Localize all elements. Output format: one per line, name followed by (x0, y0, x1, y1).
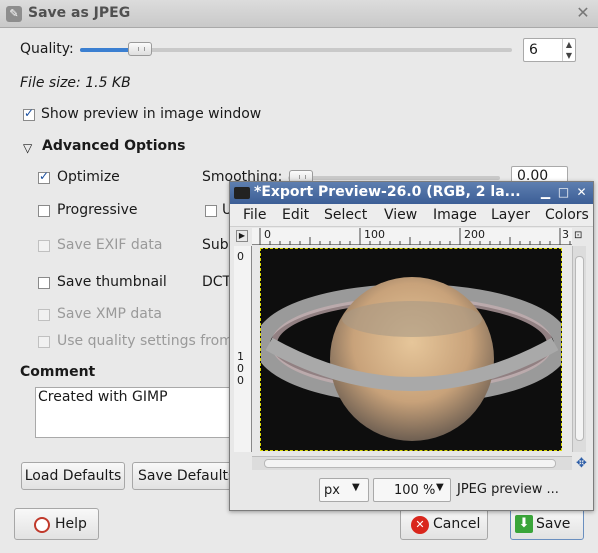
spin-arrows-icon[interactable]: ▲ ▼ (562, 39, 575, 61)
quality-spinbox[interactable]: 6 ▲ ▼ (523, 38, 576, 62)
restart-markers-checkbox[interactable] (205, 205, 217, 217)
advanced-options-header[interactable]: Advanced Options (42, 138, 185, 154)
menu-edit[interactable]: Edit (282, 207, 309, 223)
comment-text: Created with GIMP (38, 389, 168, 405)
ruler-v-label: 0 (237, 374, 244, 387)
saturn-image (261, 249, 561, 450)
menu-file[interactable]: File (243, 207, 266, 223)
save-download-icon: ⬇ (515, 515, 533, 533)
zoom-combo[interactable]: 100 % ▼ (373, 478, 451, 502)
export-preview-window[interactable]: *Export Preview-26.0 (RGB, 2 la... ▁ □ ✕… (229, 181, 594, 511)
ruler-h-label: 3 (562, 228, 569, 241)
preview-statusbar: px ▼ 100 % ▼ JPEG preview ... (230, 474, 593, 510)
help-lifebuoy-icon (34, 517, 50, 533)
cancel-icon: ✕ (411, 516, 429, 534)
save-exif-checkbox[interactable] (38, 240, 50, 252)
ruler-h-label: 200 (464, 228, 485, 241)
quick-mask-menu-icon[interactable]: ▶ (236, 230, 248, 242)
dct-method-label: DCT (202, 274, 232, 290)
vertical-scrollbar[interactable] (572, 246, 586, 452)
chevron-down-icon: ▼ (352, 482, 360, 493)
comment-textarea[interactable]: Created with GIMP (35, 387, 235, 438)
horizontal-scroll-thumb[interactable] (264, 459, 556, 468)
horizontal-scrollbar[interactable] (252, 456, 572, 470)
minimize-icon[interactable]: ▁ (538, 185, 553, 200)
show-preview-checkbox[interactable] (23, 106, 35, 121)
image-canvas[interactable] (260, 248, 562, 451)
smoothing-slider[interactable] (288, 176, 500, 180)
ruler-h-label: 100 (364, 228, 385, 241)
preview-titlebar[interactable]: *Export Preview-26.0 (RGB, 2 la... ▁ □ ✕ (230, 182, 593, 204)
vertical-scroll-thumb[interactable] (575, 256, 584, 441)
quality-label: Quality: (20, 41, 74, 57)
save-label: Save (536, 516, 571, 532)
save-xmp-label: Save XMP data (57, 306, 162, 322)
vertical-ruler: 0 1 0 0 (234, 246, 252, 452)
cancel-label: Cancel (433, 516, 481, 532)
optimize-checkbox[interactable] (38, 169, 50, 184)
help-button[interactable]: Help (14, 508, 99, 540)
window-menu-icon[interactable] (234, 187, 250, 199)
save-button[interactable]: ⬇ Save (510, 508, 584, 540)
dialog-title: Save as JPEG (28, 5, 131, 21)
save-thumbnail-label[interactable]: Save thumbnail (57, 274, 167, 290)
save-xmp-checkbox[interactable] (38, 309, 50, 321)
quality-value: 6 (529, 42, 538, 58)
zoom-value: 100 % (394, 483, 436, 498)
progressive-checkbox[interactable] (38, 205, 50, 217)
preview-menubar: File Edit Select View Image Layer Colors (230, 204, 593, 227)
status-text: JPEG preview ... (457, 482, 559, 497)
menu-view[interactable]: View (384, 207, 417, 223)
maximize-icon[interactable]: □ (556, 185, 571, 200)
preview-title: *Export Preview-26.0 (RGB, 2 la... (254, 184, 521, 200)
save-exif-label: Save EXIF data (57, 237, 163, 253)
horizontal-ruler: 0 100 200 3 (252, 228, 572, 245)
show-preview-label[interactable]: Show preview in image window (41, 106, 261, 122)
ruler-h-ticks (259, 228, 571, 245)
menu-colors[interactable]: Colors (545, 207, 589, 223)
close-icon[interactable]: ✕ (574, 4, 592, 22)
unit-value: px (324, 483, 340, 498)
cancel-button[interactable]: ✕ Cancel (400, 508, 488, 540)
progressive-label[interactable]: Progressive (57, 202, 138, 218)
unit-combo[interactable]: px ▼ (319, 478, 369, 502)
optimize-label[interactable]: Optimize (57, 169, 120, 185)
ruler-h-label: 0 (264, 228, 271, 241)
zoom-fit-icon[interactable]: ⊡ (574, 230, 586, 242)
file-size: File size: 1.5 KB (20, 75, 131, 91)
comment-label: Comment (20, 364, 96, 380)
use-quality-label: Use quality settings from (57, 333, 233, 349)
quality-slider-handle[interactable] (128, 42, 152, 56)
save-thumbnail-checkbox[interactable] (38, 277, 50, 289)
preview-close-icon[interactable]: ✕ (574, 185, 589, 200)
chevron-down-icon: ▼ (436, 482, 444, 493)
menu-layer[interactable]: Layer (491, 207, 530, 223)
navigate-icon[interactable]: ✥ (576, 456, 587, 471)
expander-triangle-icon[interactable]: ▽ (23, 141, 32, 155)
dialog-titlebar: ✎ Save as JPEG ✕ (0, 0, 598, 28)
help-label: Help (55, 516, 87, 532)
ruler-v-label: 0 (237, 250, 244, 263)
use-quality-checkbox[interactable] (38, 336, 50, 348)
menu-image[interactable]: Image (433, 207, 477, 223)
gimp-app-icon: ✎ (6, 6, 22, 22)
load-defaults-button[interactable]: Load Defaults (21, 462, 125, 490)
save-defaults-button[interactable]: Save Defaults (132, 462, 242, 490)
menu-select[interactable]: Select (324, 207, 367, 223)
